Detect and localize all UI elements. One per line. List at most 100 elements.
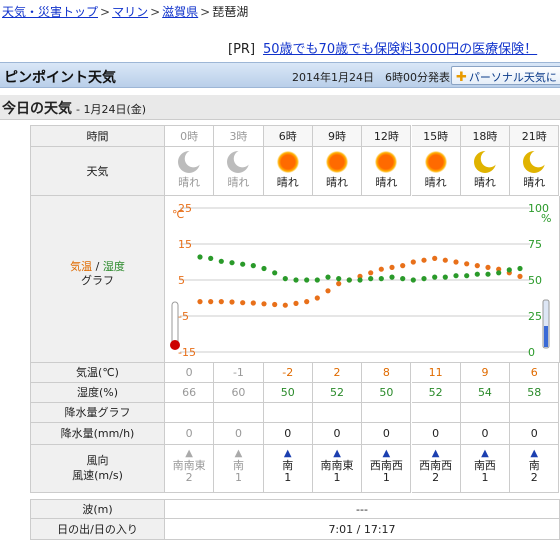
row-label-time: 時間 <box>30 125 165 147</box>
ad-tag: [PR] <box>228 42 256 57</box>
precip-cell: 0 <box>510 423 560 445</box>
wind-speed: 1 <box>333 471 341 484</box>
page-title: ピンポイント天気 <box>4 70 116 86</box>
row-label-wave: 波(m) <box>30 499 165 519</box>
breadcrumb-separator: > <box>200 5 211 19</box>
row-label-humidity: 湿度(%) <box>30 383 165 403</box>
time-cell: 12時 <box>362 125 412 147</box>
sun-icon <box>326 151 349 173</box>
ad-link[interactable]: 50歳でも70歳でも保険料3000円の医療保険！ <box>263 42 537 57</box>
weather-text: 晴れ <box>178 176 201 189</box>
humidity-cell: 60 <box>214 383 264 403</box>
weather-text: 晴れ <box>424 176 447 189</box>
weather-cell: 晴れ <box>165 147 215 196</box>
sun-icon <box>276 151 299 173</box>
time-cell: 9時 <box>312 125 363 147</box>
temp-cell: -1 <box>214 363 264 383</box>
time-cell: 18時 <box>460 125 511 147</box>
breadcrumb-current: 琵琶湖 <box>212 5 249 19</box>
weather-cell: 晴れ <box>362 147 412 196</box>
precip_graph-cell <box>214 403 264 423</box>
precip_graph-cell <box>312 403 363 423</box>
breadcrumb-link-shiga[interactable]: 滋賀県 <box>162 5 198 19</box>
personal-weather-label: パーソナル天気に <box>468 71 557 84</box>
wind-cell: ▲ 南南東 2 <box>165 445 215 493</box>
temp-cell: 8 <box>362 363 412 383</box>
today-date: - 1月24日(金) <box>76 103 147 116</box>
humidity-cell: 52 <box>411 383 461 403</box>
sun-icon <box>424 151 447 173</box>
precip_graph-cell <box>362 403 412 423</box>
precip-cell: 0 <box>214 423 264 445</box>
wind-speed-label: 風速(m/s) <box>72 469 123 482</box>
row-label-temp: 気温(℃) <box>30 363 165 383</box>
time-cell: 3時 <box>214 125 264 147</box>
wind-speed: 2 <box>185 471 193 484</box>
temp-cell: 0 <box>165 363 215 383</box>
temp-cell: 9 <box>460 363 511 383</box>
row-label-precip: 降水量(mm/h) <box>30 423 165 445</box>
plus-icon: ✚ <box>456 70 467 85</box>
precip_graph-cell <box>263 403 313 423</box>
breadcrumb-link-weather-top[interactable]: 天気・災害トップ <box>2 5 98 19</box>
row-label-graph: 気温 / 湿度 グラフ <box>30 196 165 363</box>
wind-cell: ▲ 西南西 2 <box>411 445 461 493</box>
precip_graph-cell <box>460 403 511 423</box>
time-cell: 21時 <box>510 125 560 147</box>
moon-icon <box>523 151 546 173</box>
weather-cell: 晴れ <box>263 147 313 196</box>
weather-cell: 晴れ <box>312 147 363 196</box>
today-title-text: 今日の天気 <box>2 101 72 117</box>
precip-cell: 0 <box>312 423 363 445</box>
humidity-cell: 52 <box>312 383 363 403</box>
time-cell: 6時 <box>263 125 313 147</box>
temp-cell: 2 <box>312 363 363 383</box>
weather-text: 晴れ <box>473 176 496 189</box>
humidity-cell: 54 <box>460 383 511 403</box>
weather-text: 晴れ <box>523 176 546 189</box>
graph-label-slash: / <box>92 260 103 273</box>
wind-speed: 1 <box>382 471 390 484</box>
wind-cell: ▲ 西南西 1 <box>362 445 412 493</box>
precip-cell: 0 <box>165 423 215 445</box>
humidity-cell: 50 <box>362 383 412 403</box>
wind-dir-label: 風向 <box>86 454 109 467</box>
sun-icon <box>375 151 398 173</box>
weather-text: 晴れ <box>326 176 349 189</box>
ad-line: [PR] 50歳でも70歳でも保険料3000円の医療保険！ <box>228 38 537 57</box>
temp-cell: 11 <box>411 363 461 383</box>
row-label-weather: 天気 <box>30 147 165 196</box>
graph-label-temp: 気温 <box>70 260 93 273</box>
humidity-cell: 58 <box>510 383 560 403</box>
precip-cell: 0 <box>362 423 412 445</box>
time-cell: 15時 <box>411 125 461 147</box>
graph-label-word: グラフ <box>81 274 114 287</box>
wind-cell: ▲ 南 2 <box>510 445 560 493</box>
wind-cell: ▲ 南 1 <box>214 445 264 493</box>
wind-speed: 2 <box>432 471 440 484</box>
row-label-precip_graph: 降水量グラフ <box>30 403 165 423</box>
breadcrumb: 天気・災害トップ > マリン > 滋賀県 > 琵琶湖 <box>2 3 248 20</box>
breadcrumb-link-marine[interactable]: マリン <box>112 5 148 19</box>
issued-timestamp: 2014年1月24日 6時00分発表 <box>292 71 450 84</box>
temp-cell: -2 <box>263 363 313 383</box>
breadcrumb-separator: > <box>150 5 161 19</box>
wave-value: --- <box>165 499 560 519</box>
breadcrumb-separator: > <box>100 5 111 19</box>
weather-text: 晴れ <box>375 176 398 189</box>
precip_graph-cell <box>411 403 461 423</box>
wind-cell: ▲ 南南東 1 <box>312 445 363 493</box>
wind-speed: 1 <box>481 471 489 484</box>
today-header: 今日の天気 - 1月24日(金) <box>0 95 560 120</box>
weather-text: 晴れ <box>276 176 299 189</box>
today-title: 今日の天気 - 1月24日(金) <box>2 98 146 118</box>
wind-cell: ▲ 南西 1 <box>460 445 511 493</box>
precip_graph-cell <box>165 403 215 423</box>
precip_graph-cell <box>510 403 560 423</box>
weather-text: 晴れ <box>227 176 250 189</box>
personal-weather-button[interactable]: ✚ パーソナル天気に <box>451 66 560 85</box>
temp-cell: 6 <box>510 363 560 383</box>
time-cell: 0時 <box>165 125 215 147</box>
wind-speed: 1 <box>284 471 292 484</box>
moon-icon <box>473 151 496 173</box>
